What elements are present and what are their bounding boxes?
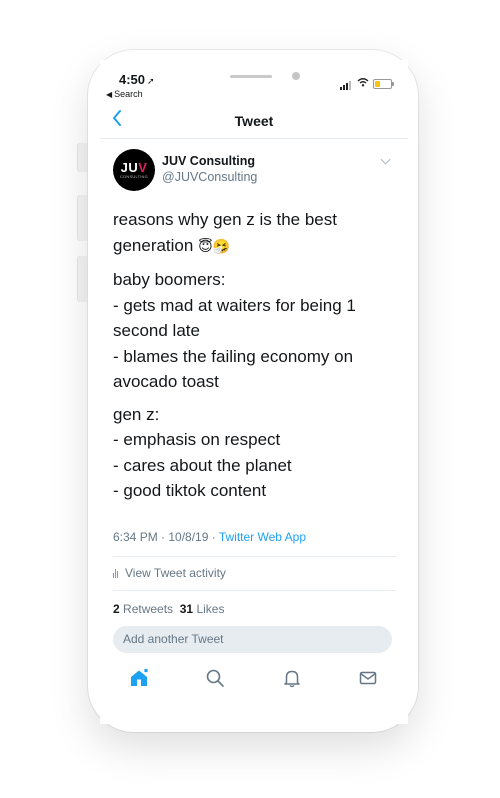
messages-icon — [359, 671, 377, 685]
avatar[interactable]: JUV CONSULTING — [113, 149, 155, 191]
battery-icon — [373, 79, 394, 89]
messages-tab[interactable] — [356, 666, 380, 690]
add-another-tweet-input[interactable]: Add another Tweet — [113, 626, 392, 653]
search-tab[interactable] — [203, 666, 227, 690]
tweet-text: reasons why gen z is the best generation… — [113, 207, 398, 511]
page-title: Tweet — [234, 113, 274, 129]
divider — [113, 590, 396, 591]
phone-screen: 4:50 ➚ ◀ Search Tweet JUV CONSULTING JUV C… — [100, 60, 408, 724]
analytics-icon — [113, 568, 118, 578]
status-time: 4:50 ➚ — [119, 72, 155, 87]
home-tab[interactable] — [127, 666, 151, 690]
back-to-search-link[interactable]: ◀ Search — [106, 89, 143, 99]
retweets-count[interactable]: 2 Retweets — [113, 602, 173, 616]
back-triangle-icon: ◀ — [106, 90, 113, 99]
tweet-timestamp: 6:34 PM · 10/8/19 · Twitter Web App — [113, 530, 306, 544]
divider — [113, 556, 396, 557]
engagement-counts: 2 Retweets 31 Likes — [113, 602, 224, 616]
phone-side-button-2 — [78, 195, 88, 241]
search-icon — [206, 669, 224, 687]
author-handle[interactable]: @JUVConsulting — [162, 170, 257, 184]
angel-sneeze-emoji: 😇🤧 — [198, 238, 231, 255]
notifications-icon — [284, 670, 300, 688]
wifi-icon — [357, 78, 369, 87]
cellular-signal-icon — [340, 81, 351, 90]
location-icon: ➚ — [147, 76, 155, 86]
chevron-down-icon[interactable] — [380, 154, 391, 165]
view-tweet-activity-button[interactable]: View Tweet activity — [113, 566, 226, 580]
home-icon — [131, 667, 149, 686]
phone-side-button-1 — [78, 143, 88, 172]
phone-camera — [292, 72, 300, 80]
tweet-paragraph-1: reasons why gen z is the best generation… — [113, 210, 337, 255]
avatar-logo: JUV — [120, 160, 148, 175]
phone-side-button-3 — [78, 256, 88, 302]
phone-speaker — [230, 75, 272, 78]
tweet-paragraph-3: gen z: - emphasis on respect - cares abo… — [113, 404, 292, 501]
tweet-source-link[interactable]: Twitter Web App — [219, 530, 306, 544]
avatar-logo-subtext: CONSULTING — [120, 174, 148, 179]
notifications-tab[interactable] — [280, 666, 304, 690]
author-name[interactable]: JUV Consulting — [162, 154, 255, 168]
header-divider — [100, 138, 408, 139]
likes-count[interactable]: 31 Likes — [180, 602, 225, 616]
tweet-paragraph-2: baby boomers: - gets mad at waiters for … — [113, 270, 356, 391]
